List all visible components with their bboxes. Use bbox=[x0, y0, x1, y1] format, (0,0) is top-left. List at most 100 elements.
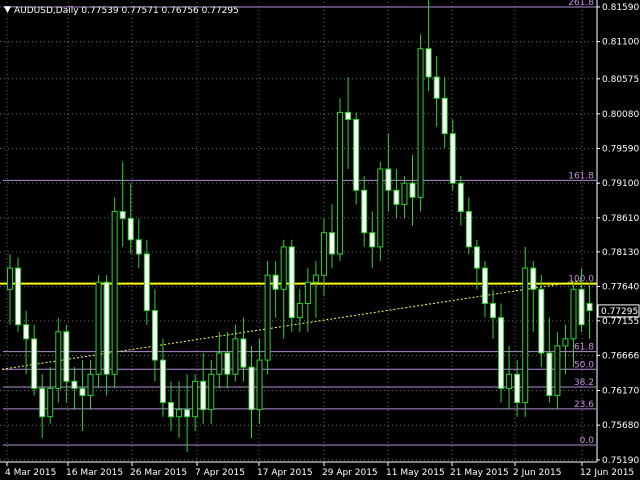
bear-candle-body bbox=[457, 182, 464, 212]
bear-candle-body bbox=[135, 239, 142, 255]
bull-candle-body bbox=[111, 210, 118, 375]
date-tick-label: 12 Jun 2015 bbox=[580, 468, 634, 478]
date-tick-label: 29 Apr 2015 bbox=[322, 468, 378, 478]
bear-candle-body bbox=[369, 232, 376, 248]
date-tick-label: 26 Mar 2015 bbox=[130, 468, 187, 478]
bull-candle-body bbox=[304, 281, 311, 304]
bull-candle-body bbox=[320, 232, 327, 276]
price-tick-label: 0.75680 bbox=[602, 421, 639, 431]
bear-candle-body bbox=[288, 246, 295, 319]
chart-background bbox=[0, 0, 640, 480]
bull-candle-body bbox=[192, 380, 199, 418]
bull-candle-body bbox=[280, 246, 287, 290]
date-tick-label: 4 Mar 2015 bbox=[5, 468, 56, 478]
bull-candle-body bbox=[7, 267, 13, 290]
bear-candle-body bbox=[490, 302, 496, 319]
date-tick-label: 2 Jun 2015 bbox=[513, 468, 561, 478]
bull-candle-body bbox=[570, 288, 577, 340]
bear-candle-body bbox=[184, 409, 191, 418]
bull-candle-body bbox=[401, 182, 408, 205]
bear-candle-body bbox=[151, 310, 158, 361]
bull-candle-body bbox=[296, 302, 303, 319]
bear-candle-body bbox=[224, 352, 231, 375]
price-tick-label: 0.81590 bbox=[602, 3, 639, 13]
fib-level-label: 50.0 bbox=[574, 360, 594, 370]
price-chart[interactable]: 261.8161.8100.061.850.038.223.60.0 0.815… bbox=[0, 0, 640, 480]
price-tick-label: 0.80575 bbox=[602, 75, 639, 85]
bear-candle-body bbox=[481, 267, 488, 304]
chart-header: ▼ AUDUSD,Daily 0.77539 0.77571 0.76756 0… bbox=[4, 5, 239, 16]
bear-candle-body bbox=[143, 253, 150, 312]
bear-candle-body bbox=[433, 76, 440, 99]
bear-candle-body bbox=[329, 232, 335, 255]
bear-candle-body bbox=[15, 267, 22, 326]
fib-level-label: 0.0 bbox=[580, 436, 595, 446]
bear-candle-body bbox=[546, 352, 553, 396]
bear-candle-body bbox=[345, 111, 352, 120]
bear-candle-body bbox=[425, 48, 432, 78]
price-tick-label: 0.77640 bbox=[602, 282, 639, 292]
date-tick-label: 16 Mar 2015 bbox=[66, 468, 123, 478]
fib-level-label: 38.2 bbox=[574, 378, 594, 388]
bear-candle-body bbox=[63, 331, 70, 382]
bull-candle-body bbox=[337, 111, 344, 255]
price-tick-label: 0.78610 bbox=[602, 214, 639, 224]
bear-candle-body bbox=[79, 387, 86, 396]
bull-candle-body bbox=[208, 373, 215, 411]
bull-candle-body bbox=[506, 373, 513, 389]
bull-candle-body bbox=[417, 48, 424, 198]
bull-candle-body bbox=[95, 281, 102, 375]
bear-candle-body bbox=[514, 373, 521, 404]
bull-candle-body bbox=[377, 168, 384, 248]
bear-candle-body bbox=[71, 380, 78, 389]
bear-candle-body bbox=[393, 189, 400, 205]
bull-candle-body bbox=[47, 387, 54, 418]
price-tick-label: 0.75190 bbox=[602, 456, 639, 466]
bear-candle-body bbox=[473, 246, 480, 269]
chart-title: AUDUSD,Daily 0.77539 0.77571 0.76756 0.7… bbox=[14, 6, 239, 16]
bear-candle-body bbox=[200, 380, 207, 411]
bull-candle-body bbox=[312, 274, 319, 283]
bear-candle-body bbox=[530, 267, 537, 290]
bear-candle-body bbox=[248, 366, 255, 411]
fib-level-label: 61.8 bbox=[574, 343, 594, 353]
bear-candle-body bbox=[586, 302, 593, 312]
bull-candle-body bbox=[256, 359, 263, 411]
bear-candle-body bbox=[127, 218, 134, 241]
price-tick-label: 0.76666 bbox=[602, 351, 639, 361]
bear-candle-body bbox=[498, 317, 505, 389]
bull-candle-body bbox=[264, 274, 271, 361]
bear-candle-body bbox=[168, 402, 174, 418]
bear-candle-body bbox=[272, 274, 279, 290]
date-tick-label: 17 Apr 2015 bbox=[257, 468, 313, 478]
symbol-dropdown-icon[interactable]: ▼ bbox=[4, 5, 11, 15]
bull-candle-body bbox=[87, 373, 94, 396]
fib-level-label: 161.8 bbox=[568, 171, 594, 181]
price-tick-label: 0.78130 bbox=[602, 248, 639, 258]
bull-candle-body bbox=[554, 345, 561, 396]
bear-candle-body bbox=[578, 288, 585, 326]
price-tick-label: 0.79590 bbox=[602, 144, 639, 154]
bear-candle-body bbox=[538, 288, 545, 354]
price-tick-label: 0.80080 bbox=[602, 110, 639, 120]
date-tick-label: 11 May 2015 bbox=[386, 468, 445, 478]
bull-candle-body bbox=[176, 409, 183, 418]
bull-candle-body bbox=[562, 338, 569, 347]
bear-candle-body bbox=[385, 168, 392, 191]
price-tick-label: 0.79100 bbox=[602, 179, 639, 189]
bull-candle-body bbox=[232, 338, 239, 375]
bear-candle-body bbox=[361, 189, 368, 234]
bear-candle-body bbox=[103, 281, 110, 375]
bear-candle-body bbox=[240, 338, 247, 368]
price-tick-label: 0.77155 bbox=[602, 317, 639, 327]
date-tick-label: 21 May 2015 bbox=[450, 468, 509, 478]
bear-candle-body bbox=[353, 118, 360, 191]
current-price-label: 0.77295 bbox=[601, 307, 638, 317]
price-tick-label: 0.76170 bbox=[602, 387, 639, 397]
bear-candle-body bbox=[409, 182, 416, 198]
price-tick-label: 0.81100 bbox=[602, 38, 639, 48]
bear-candle-body bbox=[31, 338, 38, 389]
bear-candle-body bbox=[159, 359, 166, 404]
bear-candle-body bbox=[449, 133, 456, 184]
bull-candle-body bbox=[216, 352, 223, 375]
